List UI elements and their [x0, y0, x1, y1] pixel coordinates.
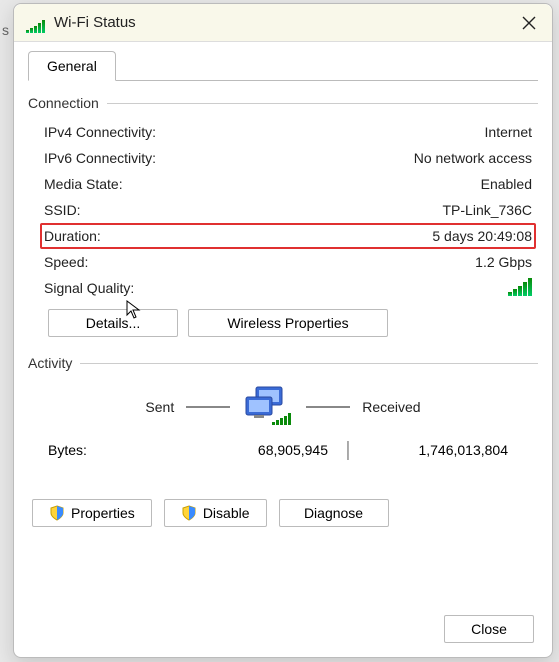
signal-label: Signal Quality:	[44, 280, 134, 296]
titlebar: Wi-Fi Status	[14, 4, 552, 42]
window-title: Wi-Fi Status	[54, 14, 514, 31]
duration-value: 5 days 20:49:08	[432, 228, 532, 244]
divider-left	[186, 406, 230, 408]
row-ssid: SSID: TP-Link_736C	[44, 197, 532, 223]
properties-button-label: Properties	[71, 505, 135, 521]
activity-group: Activity Sent	[28, 355, 538, 465]
ipv6-label: IPv6 Connectivity:	[44, 150, 156, 166]
sent-label: Sent	[145, 399, 174, 415]
disable-button[interactable]: Disable	[164, 499, 267, 527]
row-speed: Speed: 1.2 Gbps	[44, 249, 532, 275]
signal-icon	[508, 278, 532, 299]
details-button[interactable]: Details...	[48, 309, 178, 337]
bytes-sent-value: 68,905,945	[178, 442, 328, 458]
ssid-value: TP-Link_736C	[443, 202, 533, 218]
diagnose-button[interactable]: Diagnose	[279, 499, 389, 527]
row-duration: Duration: 5 days 20:49:08	[40, 223, 536, 249]
bytes-received-value: 1,746,013,804	[368, 442, 528, 458]
ipv6-value: No network access	[414, 150, 532, 166]
row-signal: Signal Quality:	[44, 275, 532, 301]
footer: Close	[14, 603, 552, 657]
media-label: Media State:	[44, 176, 123, 192]
connection-group: Connection IPv4 Connectivity: Internet I…	[28, 95, 538, 337]
connection-header: Connection	[28, 95, 99, 111]
media-value: Enabled	[481, 176, 532, 192]
tab-general[interactable]: General	[28, 51, 116, 81]
row-ipv4: IPv4 Connectivity: Internet	[44, 119, 532, 145]
wifi-status-window: Wi-Fi Status General Connection IPv4 Con…	[13, 3, 553, 658]
duration-label: Duration:	[44, 228, 101, 244]
bytes-label: Bytes:	[38, 442, 178, 458]
row-media: Media State: Enabled	[44, 171, 532, 197]
row-ipv6: IPv6 Connectivity: No network access	[44, 145, 532, 171]
wireless-properties-button[interactable]: Wireless Properties	[188, 309, 388, 337]
bytes-separator: |	[328, 439, 368, 462]
received-label: Received	[362, 399, 420, 415]
shield-icon	[49, 505, 65, 521]
ipv4-label: IPv4 Connectivity:	[44, 124, 156, 140]
network-monitors-icon	[242, 385, 294, 429]
divider-right	[306, 406, 350, 408]
speed-label: Speed:	[44, 254, 88, 270]
close-button[interactable]: Close	[444, 615, 534, 643]
properties-button[interactable]: Properties	[32, 499, 152, 527]
shield-icon	[181, 505, 197, 521]
background-letter: s	[0, 22, 9, 38]
action-row: Properties Disable Diagnose	[28, 483, 538, 531]
wifi-icon	[26, 13, 46, 33]
row-bytes: Bytes: 68,905,945 | 1,746,013,804	[38, 435, 528, 465]
ipv4-value: Internet	[485, 124, 532, 140]
close-icon[interactable]	[514, 8, 544, 38]
activity-header: Activity	[28, 355, 72, 371]
tabstrip: General	[28, 50, 538, 81]
disable-button-label: Disable	[203, 505, 250, 521]
speed-value: 1.2 Gbps	[475, 254, 532, 270]
ssid-label: SSID:	[44, 202, 81, 218]
